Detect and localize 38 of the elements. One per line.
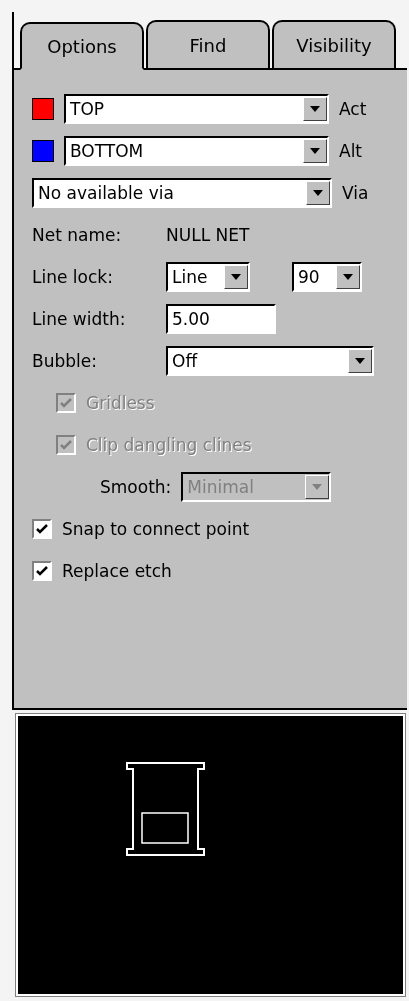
line-lock-label: Line lock:	[32, 267, 114, 287]
layer-dropdown[interactable]: BOTTOM	[64, 136, 329, 166]
caret-icon	[312, 484, 323, 490]
layer-label: Act	[339, 99, 367, 119]
checkbox-label: Snap to connect point	[62, 519, 250, 539]
tab[interactable]: Options	[20, 22, 144, 70]
net-name-label: Net name:	[32, 225, 123, 245]
checkbox[interactable]	[32, 561, 52, 581]
checkmark-icon	[36, 566, 48, 576]
caret-icon	[310, 148, 320, 154]
caret-icon	[231, 274, 241, 280]
line-width-label: Line width:	[32, 309, 127, 329]
tab[interactable]: Visibility	[272, 20, 396, 68]
checkmark-icon	[60, 398, 72, 408]
layer-label: Alt	[339, 141, 363, 161]
checkbox-label: Clip dangling clines	[86, 435, 252, 455]
bubble-dropdown[interactable]: Off	[166, 346, 374, 376]
via-dropdown[interactable]: No available via	[32, 178, 332, 208]
line-lock-dropdown[interactable]: Line	[166, 262, 250, 292]
caret-icon	[310, 106, 320, 112]
checkmark-icon	[36, 524, 48, 534]
layer-color-swatch[interactable]	[32, 98, 54, 120]
smooth-label: Smooth:	[100, 477, 172, 497]
tab[interactable]: Find	[146, 20, 270, 68]
checkbox-label: Gridless	[86, 393, 155, 413]
layer-color-swatch[interactable]	[32, 140, 54, 162]
angle-dropdown[interactable]: 90	[292, 262, 362, 292]
bubble-label: Bubble:	[32, 351, 98, 371]
checkmark-icon	[60, 440, 72, 450]
line-width-field[interactable]: 5.00	[166, 304, 276, 334]
via-label: Via	[342, 183, 369, 203]
caret-icon	[355, 358, 365, 364]
checkbox-label: Replace etch	[62, 561, 172, 581]
checkbox[interactable]	[32, 519, 52, 539]
net-name-value: NULL NET	[166, 225, 250, 245]
caret-icon	[343, 274, 353, 280]
layer-dropdown[interactable]: TOP	[64, 94, 329, 124]
caret-icon	[313, 190, 323, 196]
